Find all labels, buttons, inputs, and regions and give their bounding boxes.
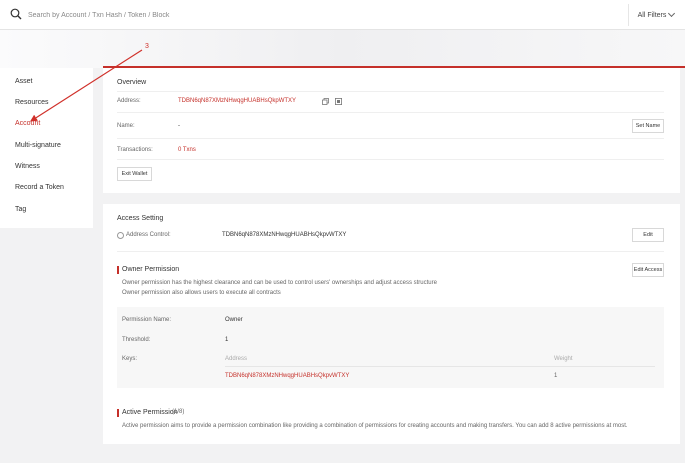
sidebar-item-witness[interactable]: Witness [15, 163, 40, 170]
all-filters-dropdown[interactable]: All Filters [628, 4, 683, 26]
threshold-label: Threshold: [122, 337, 151, 343]
divider [117, 112, 664, 113]
sidebar-item-asset[interactable]: Asset [15, 78, 33, 85]
permission-name-label: Permission Name: [122, 317, 172, 323]
name-value: - [178, 123, 180, 129]
keys-label: Keys: [122, 356, 138, 362]
sidebar-item-tag[interactable]: Tag [15, 206, 26, 213]
overview-card [103, 68, 680, 193]
header-banner [0, 30, 685, 68]
transactions-label: Transactions: [117, 147, 153, 153]
name-label: Name: [117, 123, 135, 129]
sidebar-item-account[interactable]: Account [15, 120, 40, 127]
address-control-label: Address Control: [126, 232, 171, 238]
sidebar-item-record-a-token[interactable]: Record a Token [15, 184, 64, 191]
address-label: Address: [117, 98, 141, 104]
divider [117, 91, 664, 92]
divider [117, 159, 664, 160]
top-bar: All Filters [0, 0, 685, 30]
key-address[interactable]: TDBN6qN878XMzNHwqgHUABHsQkpvWTXY [225, 373, 349, 379]
threshold-value: 1 [225, 337, 229, 343]
key-weight: 1 [554, 373, 558, 379]
all-filters-label: All Filters [637, 11, 667, 19]
divider [117, 138, 664, 139]
keys-weight-header: Weight [554, 356, 573, 362]
active-section-marker [117, 409, 119, 417]
chevron-down-icon [668, 9, 676, 18]
divider [225, 366, 655, 367]
search-icon[interactable] [10, 8, 22, 20]
address-control-value: TDBN6qN878XMzNHwqgHUABHsQkpvWTXY [222, 232, 347, 238]
overview-title: Overview [117, 79, 147, 86]
owner-description-2: Owner permission also allows users to ex… [122, 290, 281, 296]
divider [117, 251, 664, 252]
access-setting-title: Access Setting [117, 215, 164, 222]
keys-address-header: Address [225, 356, 248, 362]
set-name-button[interactable]: Set Name [632, 119, 664, 133]
account-address[interactable]: TDBN6qN87XMzNHwqgHUABHsQkpWTXY [178, 98, 296, 104]
permission-name-value: Owner [225, 317, 243, 323]
transactions-count[interactable]: 0 Txns [178, 147, 196, 153]
copy-icon[interactable] [322, 98, 329, 105]
active-description: Active permission aims to provide a perm… [122, 423, 628, 429]
address-control-icon [117, 232, 124, 239]
qr-code-icon[interactable] [335, 98, 342, 105]
active-permission-title: Active Permission [122, 409, 178, 416]
owner-permission-details [117, 307, 664, 388]
owner-description-1: Owner permission has the highest clearan… [122, 280, 437, 286]
sidebar-item-resources[interactable]: Resources [15, 99, 48, 106]
edit-address-control-button[interactable]: Edit [632, 228, 664, 242]
search-input[interactable] [28, 6, 428, 24]
sidebar-item-multi-signature[interactable]: Multi-signature [15, 142, 61, 149]
edit-access-button[interactable]: Edit Access [632, 263, 664, 277]
exit-wallet-button[interactable]: Exit Wallet [117, 167, 152, 181]
sidebar: Asset Resources Account Multi-signature … [0, 68, 93, 228]
active-permission-count: (1/8) [172, 409, 185, 415]
owner-permission-title: Owner Permission [122, 266, 180, 273]
owner-section-marker [117, 266, 119, 274]
